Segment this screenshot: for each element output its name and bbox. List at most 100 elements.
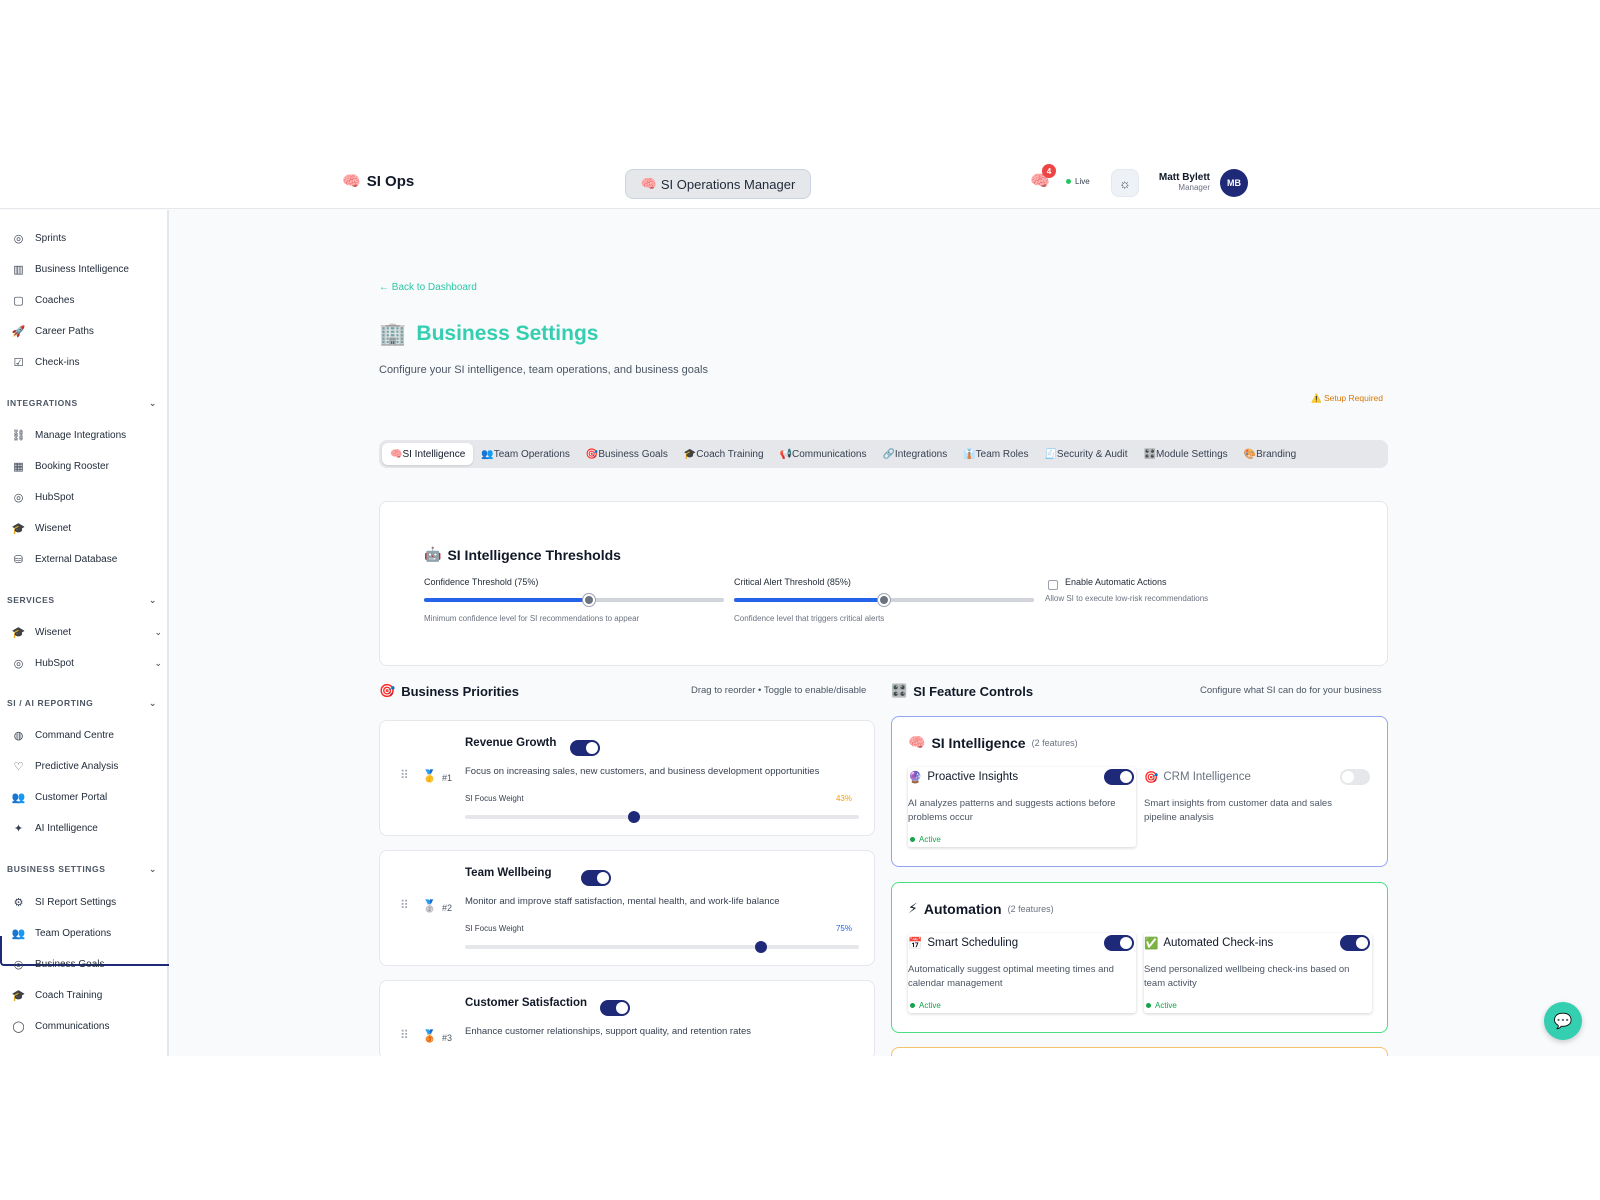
- feature-count: (2 features): [1031, 737, 1078, 748]
- sidebar-item-si-report-settings[interactable]: ⚙ SI Report Settings: [12, 892, 162, 912]
- brand-name: SI Ops: [366, 172, 415, 190]
- feature-toggle[interactable]: [1340, 935, 1370, 951]
- group-title-text: SI Intelligence: [931, 734, 1026, 751]
- nav-icon: ▦: [13, 460, 24, 473]
- drag-handle-icon[interactable]: ⠿: [400, 898, 409, 912]
- feature-group-title: 🧠 SI Intelligence (2 features): [908, 734, 1078, 751]
- sidebar-item-ai-intelligence[interactable]: ✦ AI Intelligence: [12, 818, 162, 838]
- focus-weight-slider[interactable]: [465, 941, 859, 953]
- sidebar-item-business-intelligence[interactable]: ▥ Business Intelligence: [12, 259, 162, 279]
- slider-handle[interactable]: [878, 594, 890, 606]
- sidebar-item-wisenet[interactable]: 🎓 Wisenet: [12, 518, 162, 538]
- priority-card[interactable]: Revenue Growth Focus on increasing sales,…: [379, 720, 875, 836]
- tab-branding[interactable]: 🎨Branding: [1236, 443, 1304, 465]
- priority-card[interactable]: Team Wellbeing Monitor and improve staff …: [379, 850, 875, 966]
- avatar[interactable]: MB: [1220, 169, 1248, 197]
- chat-button[interactable]: 💬: [1544, 1002, 1582, 1040]
- critical-alert-slider[interactable]: [734, 594, 1034, 606]
- priority-name: Revenue Growth: [465, 737, 557, 749]
- nav-icon: ◎: [13, 232, 24, 245]
- sidebar-item-label: Predictive Analysis: [35, 760, 119, 772]
- section-services[interactable]: SERVICES ⌄: [7, 595, 157, 605]
- live-status: Live: [1066, 177, 1090, 186]
- brand-logo[interactable]: 🧠 SI Ops: [342, 172, 415, 191]
- nav-icon: ☑: [13, 356, 24, 369]
- sidebar-item-hubspot[interactable]: ◎ HubSpot: [12, 487, 162, 507]
- feature-group-si-intelligence: 🧠 SI Intelligence (2 features) 🔮 Proactive I…: [891, 716, 1388, 867]
- tab-team-roles[interactable]: 👔Team Roles: [955, 443, 1036, 465]
- sidebar-item-label: SI Report Settings: [35, 896, 117, 908]
- sidebar-item-command-centre[interactable]: ◍ Command Centre: [12, 725, 162, 745]
- group-title-text: Automation: [923, 900, 1002, 917]
- confidence-threshold-label: Confidence Threshold (75%): [424, 577, 539, 587]
- sidebar-item-external-database[interactable]: ⛁ External Database: [12, 549, 162, 569]
- drag-handle-icon[interactable]: ⠿: [400, 1028, 409, 1042]
- nav-icon: ◎: [13, 958, 24, 971]
- target-icon: 🎯: [379, 683, 396, 698]
- tab-security-audit[interactable]: 🧾Security & Audit: [1036, 443, 1135, 465]
- feature-toggle[interactable]: [1104, 935, 1134, 951]
- sidebar-item-team-operations[interactable]: 👥 Team Operations: [12, 923, 162, 943]
- tab-business-goals[interactable]: 🎯Business Goals: [578, 443, 676, 465]
- business-priorities-title-text: Business Priorities: [401, 683, 519, 699]
- slider-handle[interactable]: [628, 811, 640, 823]
- medal-icon: 🥇: [422, 769, 437, 783]
- slider-handle[interactable]: [755, 941, 767, 953]
- feature-icon: 🎯: [1144, 772, 1159, 784]
- sidebar-item-customer-portal[interactable]: 👥 Customer Portal: [12, 787, 162, 807]
- tab-integrations[interactable]: 🔗Integrations: [874, 443, 955, 465]
- sidebar-item-label: Coaches: [35, 294, 75, 306]
- section-business-settings[interactable]: BUSINESS SETTINGS ⌄: [7, 864, 157, 874]
- section-si-ai-reporting[interactable]: SI / AI REPORTING ⌄: [7, 698, 157, 708]
- sidebar-item-career-paths[interactable]: 🚀 Career Paths: [12, 321, 162, 341]
- feature-name-text: CRM Intelligence: [1163, 771, 1251, 783]
- tab-si-intelligence[interactable]: 🧠SI Intelligence: [382, 443, 474, 465]
- manager-switcher-button[interactable]: 🧠 SI Operations Manager: [625, 169, 811, 199]
- nav-icon: ⚙: [13, 896, 24, 909]
- app-window: 🧠 SI Ops 🧠 SI Operations Manager 🧠 4 Liv…: [0, 157, 1600, 1056]
- sidebar-item-predictive-analysis[interactable]: ♡ Predictive Analysis: [12, 756, 162, 776]
- status-text: Active: [919, 835, 941, 844]
- medal-icon: 🥉: [422, 1029, 437, 1043]
- sidebar-item-coaches[interactable]: ▢ Coaches: [12, 290, 162, 310]
- top-bar: 🧠 SI Ops 🧠 SI Operations Manager 🧠 4 Liv…: [0, 157, 1600, 209]
- sidebar-item-coach-training[interactable]: 🎓 Coach Training: [12, 985, 162, 1005]
- sidebar-item-booking-rooster[interactable]: ▦ Booking Rooster: [12, 456, 162, 476]
- confidence-threshold-slider[interactable]: [424, 594, 724, 606]
- nav-icon: 🎓: [11, 522, 26, 535]
- feature-count: (2 features): [1007, 903, 1054, 914]
- priority-toggle[interactable]: [600, 1000, 630, 1016]
- page-title-text: Business Settings: [416, 322, 599, 345]
- status-dot-icon: [910, 1003, 915, 1008]
- theme-toggle-button[interactable]: ☼: [1111, 169, 1139, 197]
- priority-toggle[interactable]: [581, 870, 611, 886]
- chevron-down-icon[interactable]: ⌄: [154, 627, 162, 638]
- sidebar-item-wisenet[interactable]: 🎓 Wisenet ⌄: [12, 622, 162, 642]
- thresholds-title: 🤖 SI Intelligence Thresholds: [424, 546, 621, 563]
- chevron-down-icon[interactable]: ⌄: [154, 658, 162, 669]
- sidebar-item-label: Manage Integrations: [35, 429, 127, 441]
- back-to-dashboard-link[interactable]: ← Back to Dashboard: [379, 282, 477, 293]
- priority-toggle[interactable]: [570, 740, 600, 756]
- tab-communications[interactable]: 📢Communications: [772, 443, 875, 465]
- sidebar: ◎ Sprints ▥ Business Intelligence ▢ Coaches 🚀 C…: [0, 210, 169, 1056]
- sidebar-item-manage-integrations[interactable]: ⛓ Manage Integrations: [12, 425, 162, 445]
- feature-toggle[interactable]: [1104, 769, 1134, 785]
- sidebar-item-communications[interactable]: ◯ Communications: [12, 1016, 162, 1036]
- tab-coach-training[interactable]: 🎓Coach Training: [676, 443, 772, 465]
- sidebar-item-business-goals[interactable]: ◎ Business Goals: [12, 954, 162, 974]
- priority-card[interactable]: Customer Satisfaction Enhance customer re…: [379, 980, 875, 1056]
- focus-weight-slider[interactable]: [465, 811, 859, 823]
- user-name: Matt Bylett: [1158, 172, 1210, 183]
- sidebar-item-check-ins[interactable]: ☑ Check-ins: [12, 352, 162, 372]
- automatic-actions-checkbox[interactable]: [1048, 580, 1058, 590]
- priority-rank: #1: [442, 773, 453, 783]
- section-integrations[interactable]: INTEGRATIONS ⌄: [7, 398, 157, 408]
- sidebar-item-hubspot[interactable]: ◎ HubSpot ⌄: [12, 653, 162, 673]
- slider-handle[interactable]: [583, 594, 595, 606]
- tab-module-settings[interactable]: 🎛️Module Settings: [1136, 443, 1236, 465]
- feature-toggle[interactable]: [1340, 769, 1370, 785]
- sidebar-item-sprints[interactable]: ◎ Sprints: [12, 228, 162, 248]
- tab-team-operations[interactable]: 👥Team Operations: [473, 443, 578, 465]
- drag-handle-icon[interactable]: ⠿: [400, 768, 409, 782]
